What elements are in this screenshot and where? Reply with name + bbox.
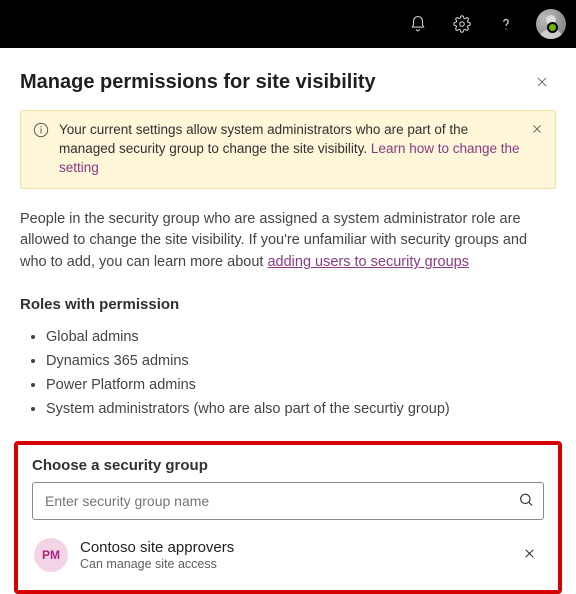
gear-icon[interactable] <box>442 4 482 44</box>
list-item: Dynamics 365 admins <box>46 349 556 373</box>
list-item: Global admins <box>46 325 556 349</box>
body-link[interactable]: adding users to security groups <box>267 254 469 270</box>
topbar <box>0 0 576 48</box>
security-group-row: PM Contoso site approvers Can manage sit… <box>32 536 544 574</box>
panel: Manage permissions for site visibility Y… <box>0 48 576 594</box>
group-avatar: PM <box>34 538 68 572</box>
info-icon <box>33 122 49 144</box>
body-text: People in the security group who are ass… <box>20 209 556 274</box>
group-name: Contoso site approvers <box>80 539 505 556</box>
close-icon <box>523 547 536 560</box>
group-info: Contoso site approvers Can manage site a… <box>80 539 505 571</box>
list-item: System administrators (who are also part… <box>46 397 556 421</box>
panel-header: Manage permissions for site visibility <box>20 68 556 96</box>
close-icon <box>531 123 543 135</box>
list-item: Power Platform admins <box>46 373 556 397</box>
roles-list: Global admins Dynamics 365 admins Power … <box>20 325 556 421</box>
remove-group-button[interactable] <box>517 541 542 569</box>
security-group-search-input[interactable] <box>32 482 544 520</box>
banner-dismiss[interactable] <box>531 122 543 141</box>
presence-indicator <box>547 22 558 33</box>
group-subtitle: Can manage site access <box>80 557 505 571</box>
roles-heading: Roles with permission <box>20 296 556 313</box>
bell-icon[interactable] <box>398 4 438 44</box>
help-icon[interactable] <box>486 4 526 44</box>
info-banner: Your current settings allow system admin… <box>20 110 556 189</box>
search-heading: Choose a security group <box>32 457 544 474</box>
page-title: Manage permissions for site visibility <box>20 71 376 94</box>
close-icon <box>535 75 549 89</box>
close-button[interactable] <box>528 68 556 96</box>
search-wrap <box>32 482 544 520</box>
avatar-wrap[interactable] <box>530 9 566 39</box>
highlighted-region: Choose a security group PM Contoso site … <box>14 441 562 594</box>
banner-text: Your current settings allow system admin… <box>59 121 521 178</box>
